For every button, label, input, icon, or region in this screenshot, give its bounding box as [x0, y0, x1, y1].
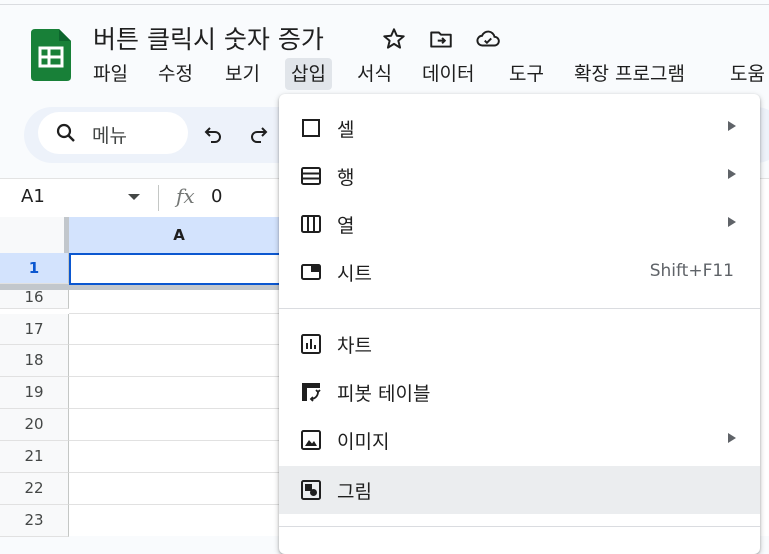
- search-label: 메뉴: [92, 125, 127, 147]
- insert-menu-dropdown: 셀 행 열 시트 Shift+F11 차트 피봇 테이블 이미지 그림: [279, 94, 760, 554]
- row-header-1[interactable]: 1: [0, 253, 69, 284]
- row-header-19[interactable]: 19: [0, 377, 69, 409]
- cloud-saved-icon[interactable]: [475, 26, 501, 52]
- insert-image-label: 이미지: [337, 431, 390, 453]
- submenu-arrow-icon: [728, 217, 736, 227]
- submenu-arrow-icon: [728, 169, 736, 179]
- insert-image-item[interactable]: 이미지: [279, 416, 760, 464]
- insert-rows-label: 행: [337, 167, 355, 189]
- star-icon[interactable]: [381, 26, 407, 52]
- menu-view[interactable]: 보기: [219, 58, 266, 90]
- row-header-17[interactable]: 17: [0, 314, 69, 345]
- formula-divider: [158, 185, 159, 211]
- menu-extensions[interactable]: 확장 프로그램: [568, 58, 691, 90]
- cell-square-icon: [302, 119, 320, 137]
- sheet-tab-icon: [301, 264, 321, 280]
- row-header-18[interactable]: 18: [0, 345, 69, 377]
- menu-tools[interactable]: 도구: [503, 58, 550, 90]
- insert-pivot-table-label: 피봇 테이블: [337, 383, 431, 405]
- row-divider: [69, 472, 289, 473]
- insert-drawing-label: 그림: [337, 481, 372, 503]
- insert-sheet-shortcut: Shift+F11: [649, 261, 734, 281]
- rows-icon: [301, 167, 321, 185]
- fx-icon: fx: [176, 184, 195, 208]
- insert-columns-item[interactable]: 열: [279, 200, 760, 248]
- row-divider: [69, 440, 289, 441]
- name-box-dropdown-icon[interactable]: [128, 194, 140, 200]
- insert-chart-label: 차트: [337, 335, 372, 357]
- menu-edit[interactable]: 수정: [152, 58, 199, 90]
- row-header-22[interactable]: 22: [0, 473, 69, 505]
- formula-input[interactable]: 0: [211, 186, 222, 207]
- column-header-a[interactable]: A: [69, 217, 289, 254]
- drawing-icon: [301, 480, 321, 500]
- row-divider: [69, 313, 289, 314]
- top-border: [0, 4, 769, 5]
- insert-columns-label: 열: [337, 215, 355, 237]
- menu-file[interactable]: 파일: [87, 58, 134, 90]
- columns-icon: [301, 215, 321, 233]
- row-divider: [69, 408, 289, 409]
- menu-insert[interactable]: 삽입: [285, 58, 332, 90]
- image-icon: [301, 430, 321, 450]
- insert-sheet-label: 시트: [337, 263, 372, 285]
- submenu-arrow-icon: [728, 433, 736, 443]
- pivot-table-icon: [302, 383, 321, 402]
- menu-data[interactable]: 데이터: [416, 58, 480, 90]
- search-icon: [56, 123, 75, 142]
- submenu-arrow-icon: [728, 121, 736, 131]
- row-divider: [69, 504, 289, 505]
- row-header-16[interactable]: 16: [0, 290, 69, 309]
- insert-cells-item[interactable]: 셀: [279, 104, 760, 152]
- selected-cell-a1[interactable]: [69, 253, 289, 285]
- row-header-21[interactable]: 21: [0, 441, 69, 473]
- row-divider: [69, 344, 289, 345]
- insert-chart-item[interactable]: 차트: [279, 320, 760, 368]
- row-header-23[interactable]: 23: [0, 505, 69, 537]
- menu-separator: [279, 526, 760, 527]
- menu-format[interactable]: 서식: [351, 58, 398, 90]
- insert-drawing-item[interactable]: 그림: [279, 466, 760, 514]
- insert-pivot-table-item[interactable]: 피봇 테이블: [279, 368, 760, 416]
- document-title[interactable]: 버튼 클릭시 숫자 증가: [93, 20, 324, 56]
- sheets-logo-icon[interactable]: [31, 29, 71, 81]
- redo-icon[interactable]: [247, 121, 271, 145]
- menu-separator: [279, 308, 760, 309]
- menu-search-button[interactable]: 메뉴: [38, 112, 188, 154]
- menu-help[interactable]: 도움: [724, 58, 769, 90]
- select-all-corner[interactable]: [0, 217, 65, 254]
- insert-rows-item[interactable]: 행: [279, 152, 760, 200]
- name-box[interactable]: A1: [21, 186, 45, 207]
- chart-icon: [301, 334, 321, 354]
- insert-cells-label: 셀: [337, 119, 355, 141]
- undo-icon[interactable]: [201, 121, 225, 145]
- insert-sheet-item[interactable]: 시트 Shift+F11: [279, 248, 760, 296]
- row-header-20[interactable]: 20: [0, 409, 69, 441]
- move-folder-icon[interactable]: [428, 26, 454, 52]
- row-divider: [69, 376, 289, 377]
